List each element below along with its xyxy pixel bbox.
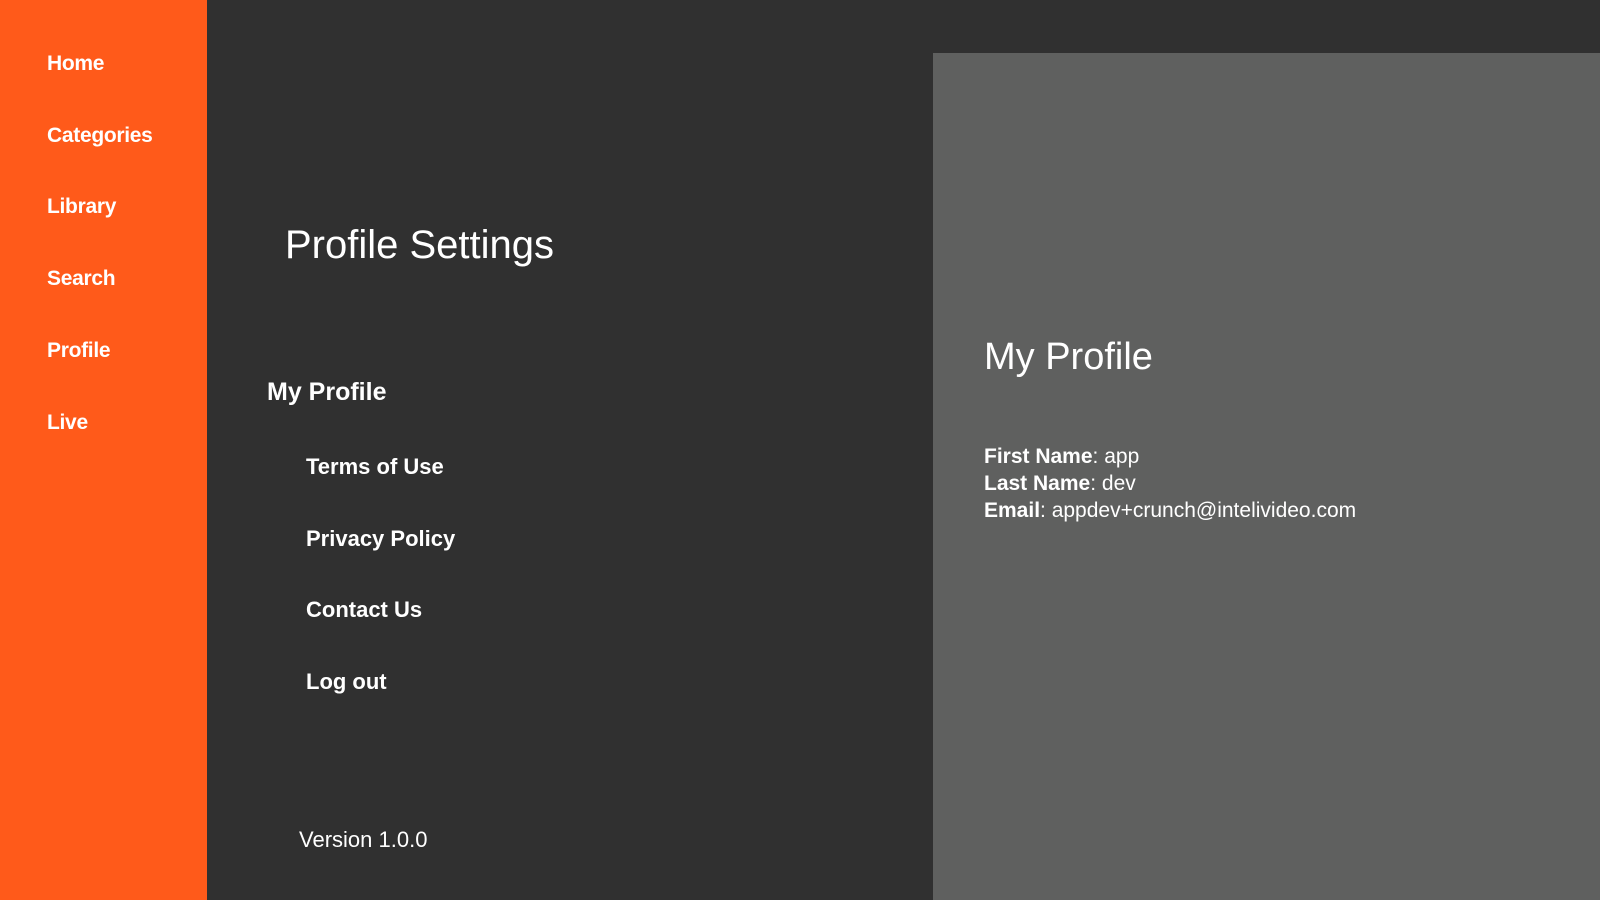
field-email: Email: appdev+crunch@intelivideo.com — [984, 499, 1357, 522]
field-label: Email — [984, 499, 1041, 522]
field-label: First Name — [984, 445, 1093, 468]
menu-item-privacy-policy[interactable]: Privacy Policy — [306, 526, 455, 552]
app-window: Home Categories Library Search Profile L… — [0, 0, 1600, 900]
field-last-name: Last Name: dev — [984, 472, 1136, 495]
field-value: app — [1104, 445, 1140, 468]
sidebar-item-home[interactable]: Home — [47, 52, 104, 76]
sidebar-item-profile[interactable]: Profile — [47, 339, 111, 363]
sidebar-item-library[interactable]: Library — [47, 195, 116, 219]
menu-item-log-out[interactable]: Log out — [306, 669, 387, 695]
sidebar: Home Categories Library Search Profile L… — [0, 0, 207, 900]
sidebar-item-live[interactable]: Live — [47, 411, 88, 435]
settings-menu-pane: Profile Settings My Profile Terms of Use… — [207, 0, 933, 900]
menu-item-contact-us[interactable]: Contact Us — [306, 597, 422, 623]
field-first-name: First Name: app — [984, 445, 1140, 468]
sidebar-item-search[interactable]: Search — [47, 267, 116, 291]
profile-fields: First Name: app Last Name: dev Email: ap… — [984, 443, 1356, 524]
field-label: Last Name — [984, 472, 1091, 495]
sidebar-item-categories[interactable]: Categories — [47, 124, 153, 148]
menu-item-my-profile[interactable]: My Profile — [267, 378, 386, 407]
version-label: Version 1.0.0 — [299, 827, 428, 852]
profile-detail-panel: My Profile First Name: app Last Name: de… — [933, 53, 1600, 900]
page-title: Profile Settings — [285, 223, 555, 267]
field-value: appdev+crunch@intelivideo.com — [1051, 499, 1357, 522]
field-value: dev — [1101, 472, 1136, 495]
menu-item-terms-of-use[interactable]: Terms of Use — [306, 454, 444, 480]
detail-title: My Profile — [984, 336, 1153, 378]
